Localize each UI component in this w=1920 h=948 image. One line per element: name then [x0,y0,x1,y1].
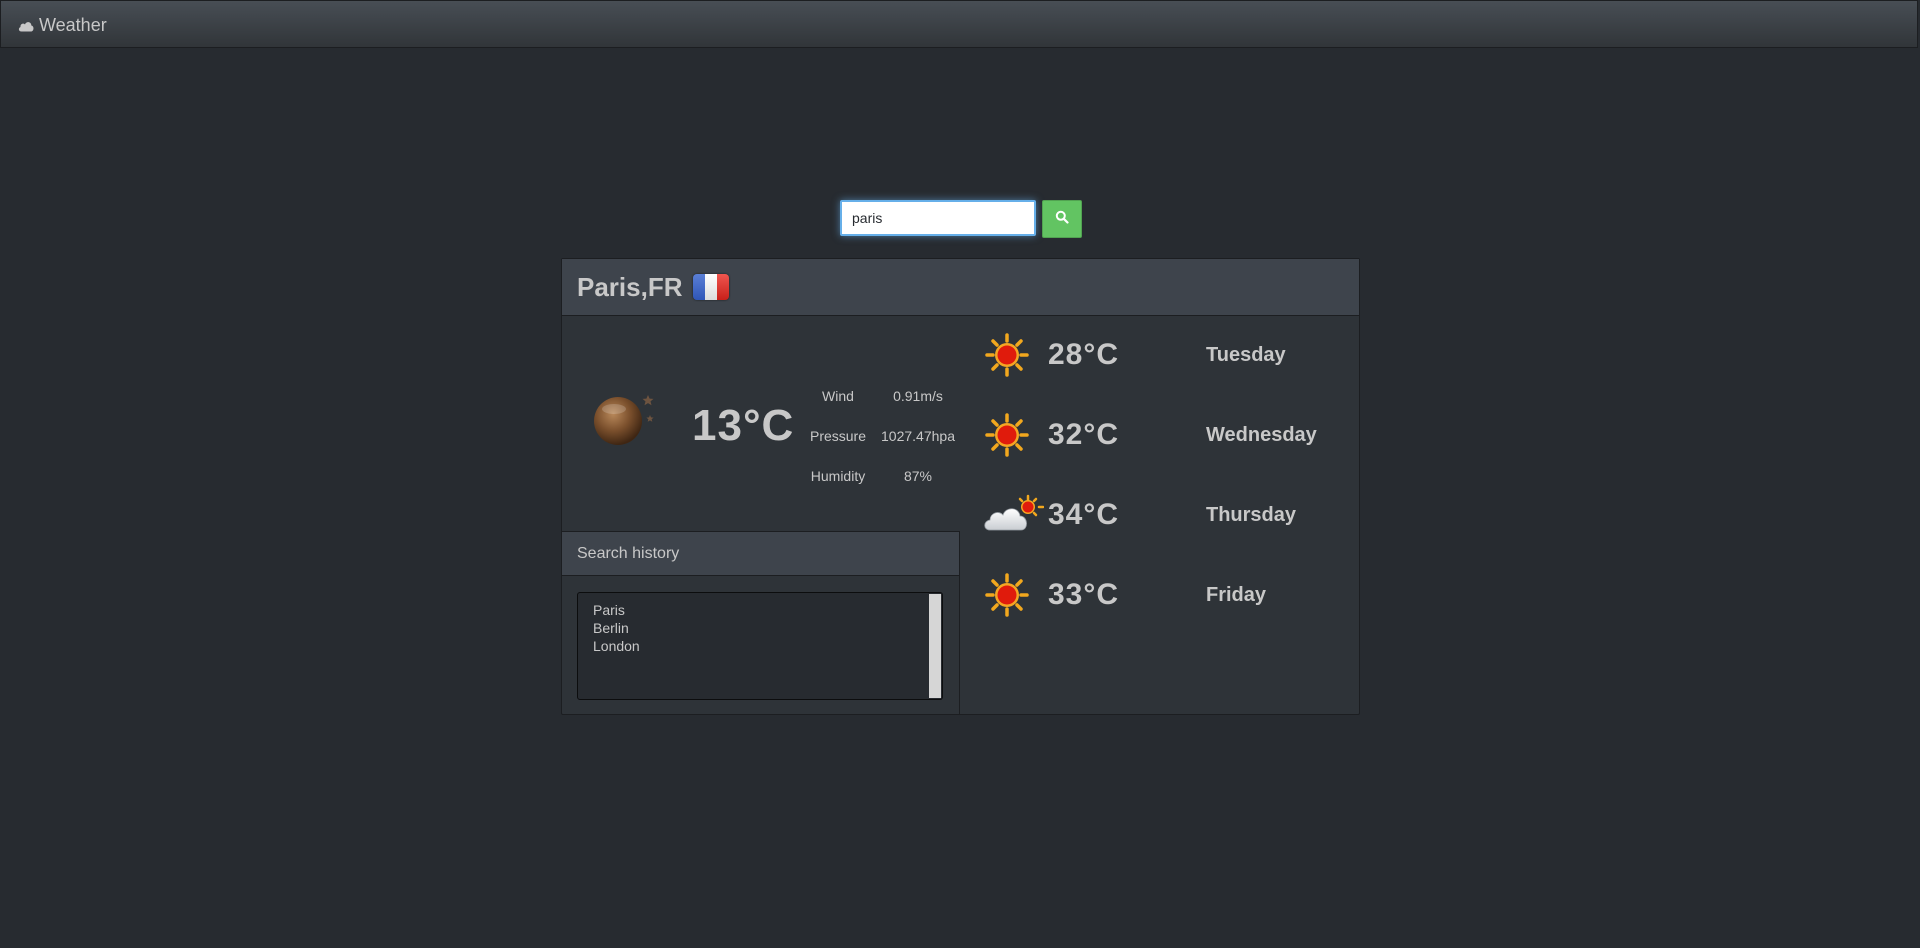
city-name: Paris,FR [577,271,683,302]
current-temperature: 13°C [692,401,795,450]
search-icon [1055,210,1069,229]
weather-details: Wind 0.91m/s Pressure 1027.47hpa Humidit… [798,376,958,496]
detail-row-pressure: Pressure 1027.47hpa [798,416,958,456]
forecast-row: 32°C Wednesday [982,396,1352,476]
forecast-row: 33°C Friday [982,556,1352,636]
weather-panel: Paris,FR 13°C Wind 0.91m/s Pressure 1027… [561,258,1360,715]
detail-row-wind: Wind 0.91m/s [798,376,958,416]
forecast-temperature: 28°C [1048,338,1120,371]
cloud-icon [17,19,35,33]
forecast-temperature: 34°C [1048,498,1120,531]
forecast-list: 28°C Tuesday 32°C Wednesday 34°C Thursda… [982,316,1352,636]
search-history-title: Search history [562,532,959,576]
detail-label: Humidity [810,468,866,484]
brand-title: Weather [39,15,107,35]
forecast-day: Wednesday [1206,424,1317,446]
forecast-temperature: 33°C [1048,578,1120,611]
city-search-input[interactable] [840,200,1036,236]
sun-icon [982,570,1042,620]
france-flag-icon [692,274,729,300]
sun-icon [982,330,1042,380]
detail-value: 87% [903,468,933,484]
history-item[interactable]: London [593,637,927,655]
search-history-list[interactable]: Paris Berlin London [577,592,943,700]
forecast-day: Friday [1206,584,1267,606]
forecast-day: Tuesday [1206,344,1286,366]
forecast-row: 34°C Thursday [982,476,1352,556]
current-weather: 13°C Wind 0.91m/s Pressure 1027.47hpa Hu… [562,316,960,531]
detail-row-humidity: Humidity 87% [798,456,958,496]
search-history-panel: Search history Paris Berlin London [562,531,960,714]
forecast-day: Thursday [1206,504,1297,526]
sun-icon [982,410,1042,460]
search-button[interactable] [1042,200,1082,238]
moon-night-icon [592,391,662,456]
current-weather-column: 13°C Wind 0.91m/s Pressure 1027.47hpa Hu… [562,316,960,714]
history-item[interactable]: Paris [593,601,927,619]
cloud-sun-icon [982,490,1045,540]
forecast-row: 28°C Tuesday [982,316,1352,396]
detail-label: Wind [822,388,854,404]
detail-label: Pressure [809,428,867,444]
search-bar [840,200,1082,238]
detail-value: 1027.47hpa [881,428,955,444]
history-scrollbar[interactable] [929,594,941,698]
forecast-temperature: 32°C [1048,418,1120,451]
location-heading: Paris,FR [562,259,1359,316]
brand-link[interactable]: Weather [17,15,107,36]
detail-value: 0.91m/s [893,388,943,404]
navbar: Weather [0,0,1918,48]
history-item[interactable]: Berlin [593,619,927,637]
